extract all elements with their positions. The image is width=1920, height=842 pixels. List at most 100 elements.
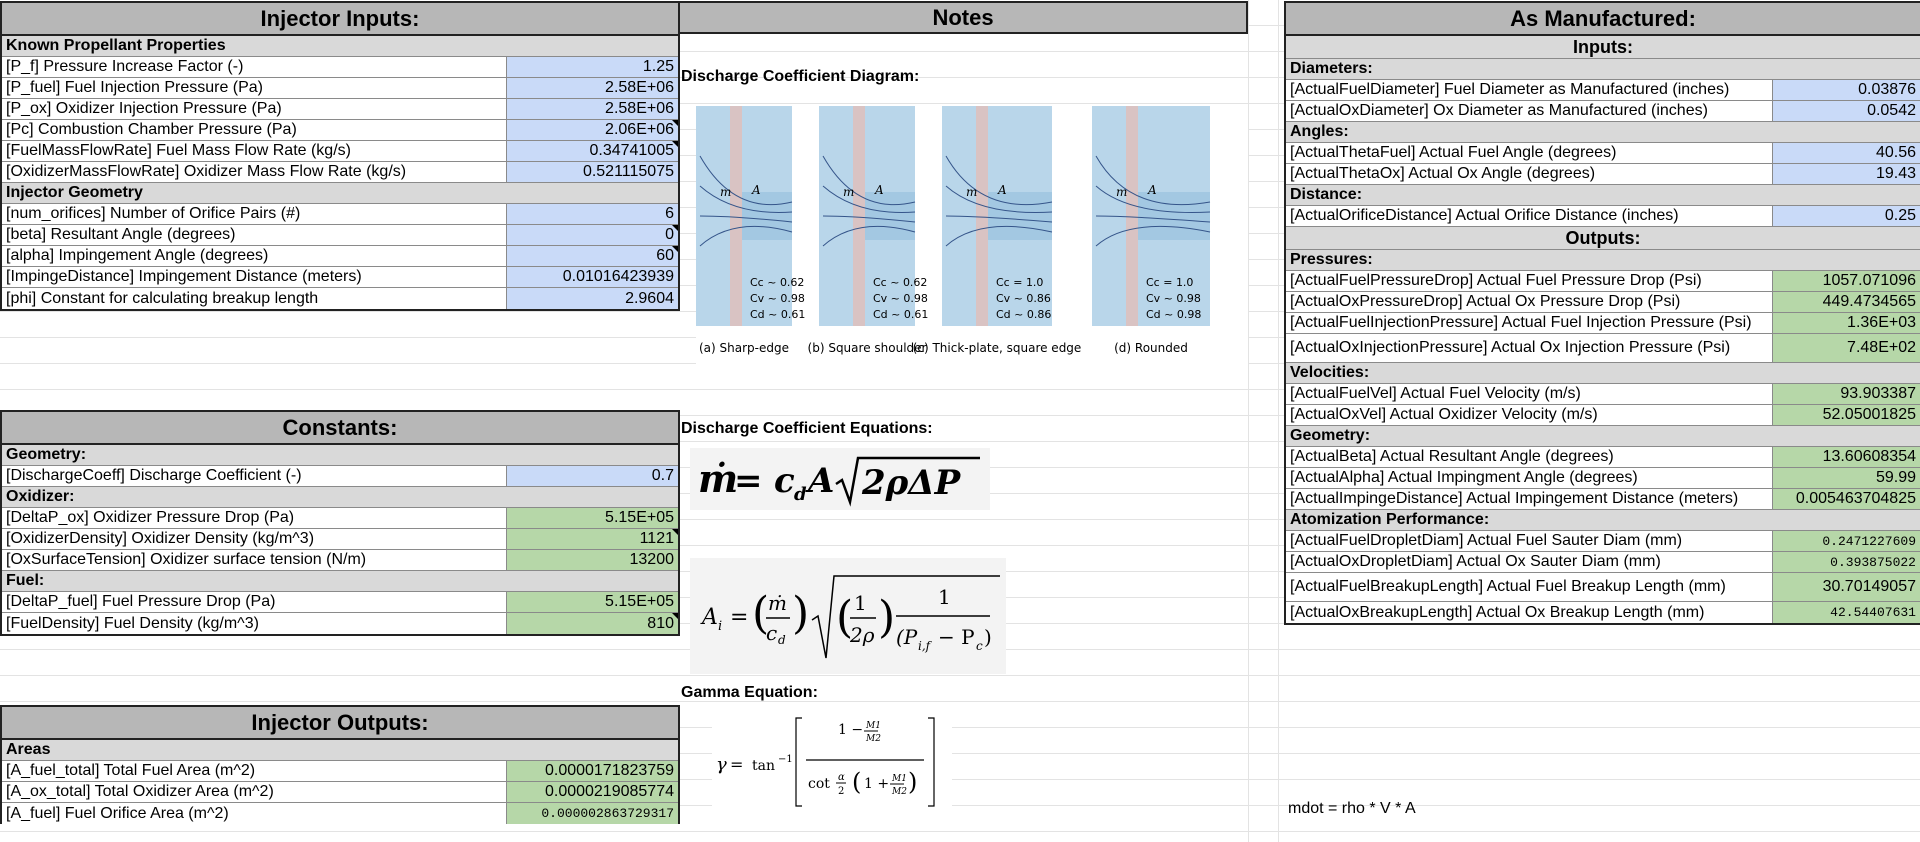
svg-text:α: α (838, 772, 845, 783)
row-label: [A_fuel_total] Total Fuel Area (m^2) (6, 762, 256, 779)
svg-text:tan: tan (752, 758, 775, 774)
discharge-coeff-value: Cd ~ 0.98 (1146, 308, 1201, 321)
svg-text:ṁ: ṁ (698, 456, 738, 501)
value-cell[interactable]: 0.0000219085774 (506, 782, 678, 802)
outputs-subheader: Outputs: (1286, 227, 1920, 250)
value-cell[interactable]: 5.15E+05 (506, 592, 678, 612)
table-row: [beta] Resultant Angle (degrees) 0 (2, 225, 678, 246)
svg-text:m: m (843, 185, 854, 199)
table-row: [alpha] Impingement Angle (degrees) 60 (2, 246, 678, 267)
value-cell[interactable]: 0.01016423939 (506, 267, 678, 287)
value-cell[interactable]: 13.60608354 (1772, 447, 1920, 467)
svg-text:1 −: 1 − (838, 722, 863, 738)
table-row: [ActualOxDropletDiam] Actual Ox Sauter D… (1286, 552, 1920, 573)
row-label: [ActualOxDiameter] Ox Diameter as Manufa… (1290, 102, 1708, 119)
svg-text:−1: −1 (778, 754, 793, 765)
svg-text:=: = (730, 755, 743, 774)
row-label: [alpha] Impingement Angle (degrees) (6, 247, 269, 264)
row-label: [ActualFuelPressureDrop] Actual Fuel Pre… (1290, 272, 1702, 289)
gamma-equation-image: γ = tan −1 1 − M1 M2 cot α 2 ( 1 + M1 M2… (712, 712, 952, 812)
value-cell[interactable]: 0.03876 (1772, 80, 1920, 100)
diagram-caption: (a) Sharp-edge (699, 341, 789, 355)
svg-text:(P: (P (896, 625, 918, 649)
value-cell[interactable]: 93.903387 (1772, 384, 1920, 404)
value-cell[interactable]: 2.06E+06 (506, 120, 678, 140)
discharge-coeff-value: Cc ~ 0.62 (873, 276, 927, 289)
diagram-caption: (c) Thick-plate, square edge (913, 341, 1082, 355)
table-row: [ActualOxDiameter] Ox Diameter as Manufa… (1286, 101, 1920, 122)
section-header-areas: Areas (2, 740, 678, 761)
table-row: [DischargeCoeff] Discharge Coefficient (… (2, 466, 678, 487)
row-label: [ActualOxBreakupLength] Actual Ox Breaku… (1290, 603, 1705, 621)
value-cell[interactable]: 42.54407631 (1772, 602, 1920, 623)
section-header-velocities: Velocities: (1286, 363, 1920, 384)
injector-inputs-header: Injector Inputs: (2, 3, 678, 36)
value-cell[interactable]: 7.48E+02 (1772, 334, 1920, 362)
injector-outputs-panel: Injector Outputs: Areas [A_fuel_total] Tot… (0, 705, 680, 824)
value-cell[interactable]: 0.2471227609 (1772, 531, 1920, 551)
value-cell[interactable]: 1121 (506, 529, 678, 549)
value-cell[interactable]: 2.9604 (506, 288, 678, 309)
svg-text:d: d (794, 484, 807, 505)
value-cell[interactable]: 0 (506, 225, 678, 245)
table-row: [ActualThetaOx] Actual Ox Angle (degrees… (1286, 164, 1920, 185)
orifice-panel-3: m A Cc = 1.0 Cv ~ 0.98 Cd ~ 0.98 (d) Rounded (1092, 106, 1211, 355)
value-cell[interactable]: 1.25 (506, 57, 678, 77)
value-cell[interactable]: 13200 (506, 550, 678, 570)
value-cell[interactable]: 0.0000171823759 (506, 761, 678, 781)
as-manufactured-panel: As Manufactured: Inputs: Diameters: [Actual… (1284, 1, 1920, 625)
value-cell[interactable]: 0.005463704825 (1772, 489, 1920, 509)
value-cell[interactable]: 0.34741005 (506, 141, 678, 161)
value-cell[interactable]: 0.0542 (1772, 101, 1920, 121)
svg-text:2: 2 (838, 786, 844, 797)
row-label: [num_orifices] Number of Orifice Pairs (… (6, 205, 301, 222)
diagram-caption: (d) Rounded (1114, 341, 1188, 355)
value-cell[interactable]: 6 (506, 204, 678, 224)
row-label: [Pc] Combustion Chamber Pressure (Pa) (6, 121, 297, 138)
row-label: [ActualAlpha] Actual Impingment Angle (d… (1290, 469, 1638, 486)
constants-header: Constants: (2, 412, 678, 445)
row-label: [FuelDensity] Fuel Density (kg/m^3) (6, 614, 259, 632)
value-cell[interactable]: 449.4734565 (1772, 292, 1920, 312)
row-label: [ActualFuelDiameter] Fuel Diameter as Ma… (1290, 81, 1730, 98)
value-cell[interactable]: 2.58E+06 (506, 78, 678, 98)
value-cell[interactable]: 2.58E+06 (506, 99, 678, 119)
value-cell[interactable]: 1057.071096 (1772, 271, 1920, 291)
value-cell[interactable]: 0.521115075 (506, 162, 678, 182)
mass-flow-equation-figure: ṁ = c d A 2ρΔP (698, 456, 980, 507)
value-cell[interactable]: 810 (506, 613, 678, 634)
value-cell[interactable]: 59.99 (1772, 468, 1920, 488)
row-label: [ActualFuelBreakupLength] Actual Fuel Br… (1290, 578, 1726, 595)
svg-text:γ: γ (716, 754, 727, 775)
value-cell[interactable]: 30.70149057 (1772, 573, 1920, 601)
value-cell[interactable]: 0.393875022 (1772, 552, 1920, 572)
row-label: [DeltaP_ox] Oxidizer Pressure Drop (Pa) (6, 509, 295, 526)
value-cell[interactable]: 5.15E+05 (506, 508, 678, 528)
value-cell[interactable]: 0.000002863729317 (506, 803, 678, 824)
svg-text:(: ( (852, 768, 861, 796)
value-cell[interactable]: 1.36E+03 (1772, 313, 1920, 333)
value-cell[interactable]: 60 (506, 246, 678, 266)
value-cell[interactable]: 0.7 (506, 466, 678, 486)
row-label: [P_f] Pressure Increase Factor (-) (6, 58, 244, 75)
table-row: [ActualFuelBreakupLength] Actual Fuel Br… (1286, 573, 1920, 602)
section-header-fuel: Fuel: (2, 571, 678, 592)
discharge-coeff-value: Cd ~ 0.61 (873, 308, 928, 321)
table-row: [ActualFuelVel] Actual Fuel Velocity (m/… (1286, 384, 1920, 405)
value-cell[interactable]: 52.05001825 (1772, 405, 1920, 425)
svg-text:i,f: i,f (918, 639, 933, 653)
discharge-coeff-value: Cc ~ 0.62 (750, 276, 804, 289)
table-row: [ActualFuelInjectionPressure] Actual Fue… (1286, 313, 1920, 334)
section-header-oxidizer: Oxidizer: (2, 487, 678, 508)
svg-text:1: 1 (854, 591, 867, 615)
row-label: [ActualThetaOx] Actual Ox Angle (degrees… (1290, 165, 1596, 182)
value-cell[interactable]: 0.25 (1772, 206, 1920, 226)
value-cell[interactable]: 40.56 (1772, 143, 1920, 163)
value-cell[interactable]: 19.43 (1772, 164, 1920, 184)
row-label: [ActualOxPressureDrop] Actual Ox Pressur… (1290, 293, 1681, 310)
svg-text:M2: M2 (865, 734, 881, 744)
discharge-coeff-value: Cv ~ 0.98 (1146, 292, 1201, 305)
orifice-diagram-figure: m A Cc ~ 0.62 Cv ~ 0.98 Cd ~ 0.61 (a) Sharp-e… (696, 106, 1211, 355)
svg-text:− P: − P (938, 625, 975, 649)
svg-text:2ρ: 2ρ (849, 623, 875, 647)
